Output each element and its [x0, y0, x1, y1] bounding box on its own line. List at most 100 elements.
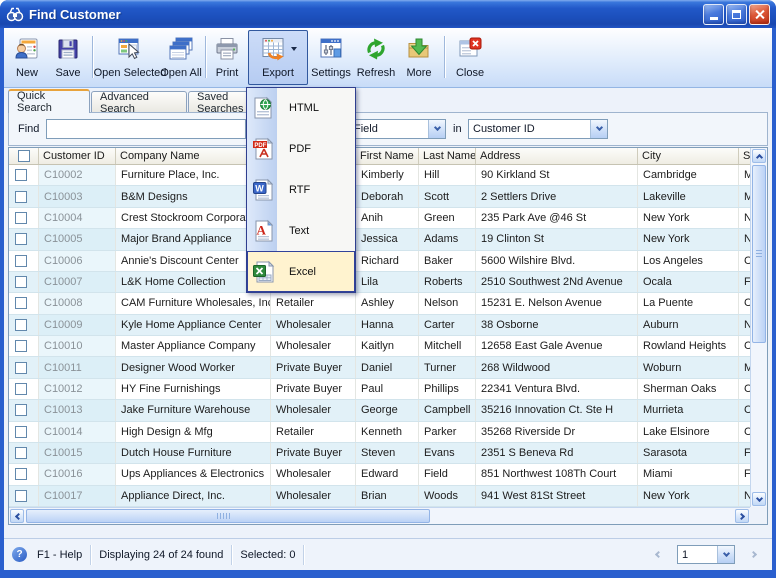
find-input[interactable]: [46, 119, 246, 139]
cell-last-name: Campbell: [419, 400, 476, 421]
table-row[interactable]: C10006 Annie's Discount Center Richard Bake…: [9, 250, 752, 272]
cell-city: New York: [638, 207, 739, 229]
minimize-button[interactable]: [703, 3, 724, 25]
refresh-button[interactable]: Refresh: [354, 30, 398, 85]
settings-button[interactable]: Settings: [309, 30, 353, 85]
new-button[interactable]: New: [8, 30, 46, 85]
column-header-customer-id[interactable]: Customer ID: [39, 148, 116, 164]
scroll-left-button[interactable]: [10, 509, 24, 523]
page-combo[interactable]: 1: [677, 545, 735, 564]
table-row[interactable]: C10009 Kyle Home Appliance Center Wholesal…: [9, 314, 752, 336]
export-button[interactable]: Export: [248, 30, 308, 85]
row-checkbox[interactable]: [15, 404, 27, 417]
row-checkbox[interactable]: [15, 318, 27, 331]
cell-city: Murrieta: [638, 400, 739, 421]
previous-page-button[interactable]: [654, 550, 663, 559]
cell-first-name: Hanna: [356, 314, 419, 335]
row-checkbox[interactable]: [15, 254, 27, 267]
row-checkbox[interactable]: [15, 169, 27, 182]
next-page-button[interactable]: [749, 550, 758, 559]
save-button[interactable]: Save: [48, 30, 88, 85]
table-row[interactable]: C10017 Appliance Direct, Inc. Wholesaler Br…: [9, 485, 752, 507]
close-view-button[interactable]: Close: [448, 30, 492, 85]
cell-address: 15231 E. Nelson Avenue: [476, 293, 638, 314]
scroll-right-button[interactable]: [735, 509, 749, 523]
column-header-city[interactable]: City: [638, 148, 739, 164]
open-selected-button[interactable]: Open Selected: [94, 30, 166, 85]
field-combo-dropdown-button[interactable]: [428, 120, 445, 138]
table-row[interactable]: C10011 Designer Wood Worker Private Buyer D…: [9, 357, 752, 379]
table-row[interactable]: C10012 HY Fine Furnishings Private Buyer Pa…: [9, 378, 752, 401]
export-menu-item-rtf[interactable]: W RTF: [247, 170, 355, 211]
cell-customer-type: Private Buyer: [271, 442, 356, 464]
cell-last-name: Scott: [419, 186, 476, 207]
table-row[interactable]: C10013 Jake Furniture Warehouse Wholesaler…: [9, 400, 752, 422]
horizontal-scroll-thumb[interactable]: [26, 509, 430, 523]
cell-first-name: Kimberly: [356, 165, 419, 186]
export-menu-item-html[interactable]: HTML: [247, 88, 355, 129]
cell-address: 2510 Southwest 2Nd Avenue: [476, 271, 638, 293]
vertical-scroll-thumb[interactable]: [752, 165, 766, 343]
column-header-first-name[interactable]: First Name: [356, 148, 419, 164]
row-checkbox[interactable]: [15, 489, 27, 502]
table-row[interactable]: C10016 Ups Appliances & Electronics Wholes…: [9, 464, 752, 486]
cell-last-name: Green: [419, 207, 476, 229]
cell-address: 941 West 81St Street: [476, 485, 638, 506]
column-header-last-name[interactable]: Last Name: [419, 148, 476, 164]
help-hint: F1 - Help: [37, 548, 83, 561]
select-all-checkbox[interactable]: [18, 150, 30, 162]
row-checkbox[interactable]: [15, 361, 27, 374]
table-row[interactable]: C10008 CAM Furniture Wholesales, Inc. Reta…: [9, 293, 752, 315]
table-row[interactable]: C10014 High Design & Mfg Retailer Kenneth Pa…: [9, 421, 752, 443]
row-checkbox[interactable]: [15, 276, 27, 289]
table-row[interactable]: C10004 Crest Stockroom Corporation Anih Gre…: [9, 207, 752, 230]
export-menu-item-excel[interactable]: Excel: [247, 251, 355, 292]
row-checkbox[interactable]: [15, 190, 27, 203]
export-menu-item-pdf[interactable]: PDF PDF: [247, 129, 355, 170]
cell-last-name: Baker: [419, 250, 476, 271]
row-checkbox[interactable]: [15, 382, 27, 395]
row-checkbox[interactable]: [15, 233, 27, 246]
row-checkbox[interactable]: [15, 211, 27, 224]
cell-customer-id: C10002: [39, 165, 116, 186]
table-row[interactable]: C10002 Furniture Place, Inc. Kimberly Hill 9…: [9, 165, 752, 187]
row-checkbox[interactable]: [15, 340, 27, 353]
table-row[interactable]: C10015 Dutch House Furniture Private Buyer…: [9, 442, 752, 465]
table-row[interactable]: C10007 L&K Home Collection Lila Roberts 2510…: [9, 271, 752, 294]
cell-first-name: Deborah: [356, 186, 419, 207]
row-checkbox[interactable]: [15, 297, 27, 310]
page-combo-dropdown-button[interactable]: [717, 546, 734, 563]
close-window-icon: [457, 34, 483, 64]
print-button[interactable]: Print: [208, 30, 246, 85]
cell-customer-id: C10005: [39, 229, 116, 250]
table-row[interactable]: C10010 Master Appliance Company Wholesaler…: [9, 336, 752, 358]
select-all-header-cell[interactable]: [9, 148, 39, 164]
more-button[interactable]: More: [399, 30, 439, 85]
close-view-button-label: Close: [455, 67, 485, 79]
cell-last-name: Hill: [419, 165, 476, 186]
more-button-label: More: [406, 67, 432, 79]
cell-customer-id: C10007: [39, 271, 116, 293]
scroll-up-button[interactable]: [752, 149, 766, 163]
column-header-address[interactable]: Address: [476, 148, 638, 164]
customer-grid: Customer ID Company Name First Name Last Na…: [8, 147, 768, 525]
export-menu-item-text[interactable]: A Text: [247, 210, 355, 251]
column-combo[interactable]: Customer ID: [468, 119, 608, 139]
cell-address: 12658 East Gale Avenue: [476, 336, 638, 357]
vertical-scrollbar[interactable]: [750, 148, 767, 507]
tab-advanced-search[interactable]: Advanced Search: [91, 91, 187, 115]
tab-quick-search[interactable]: Quick Search: [8, 89, 90, 114]
row-checkbox[interactable]: [15, 425, 27, 438]
table-row[interactable]: C10003 B&M Designs Deborah Scott 2 Settlers …: [9, 186, 752, 208]
table-row[interactable]: C10005 Major Brand Appliance Jessica Adams 1…: [9, 229, 752, 251]
cell-city: Los Angeles: [638, 250, 739, 271]
cell-city: Rowland Heights: [638, 336, 739, 357]
row-checkbox[interactable]: [15, 447, 27, 460]
column-combo-dropdown-button[interactable]: [590, 120, 607, 138]
horizontal-scrollbar[interactable]: [9, 507, 750, 524]
open-all-button[interactable]: Open All: [159, 30, 203, 85]
scroll-down-button[interactable]: [752, 492, 766, 506]
close-button[interactable]: [749, 3, 770, 25]
maximize-button[interactable]: [726, 3, 747, 25]
row-checkbox[interactable]: [15, 468, 27, 481]
